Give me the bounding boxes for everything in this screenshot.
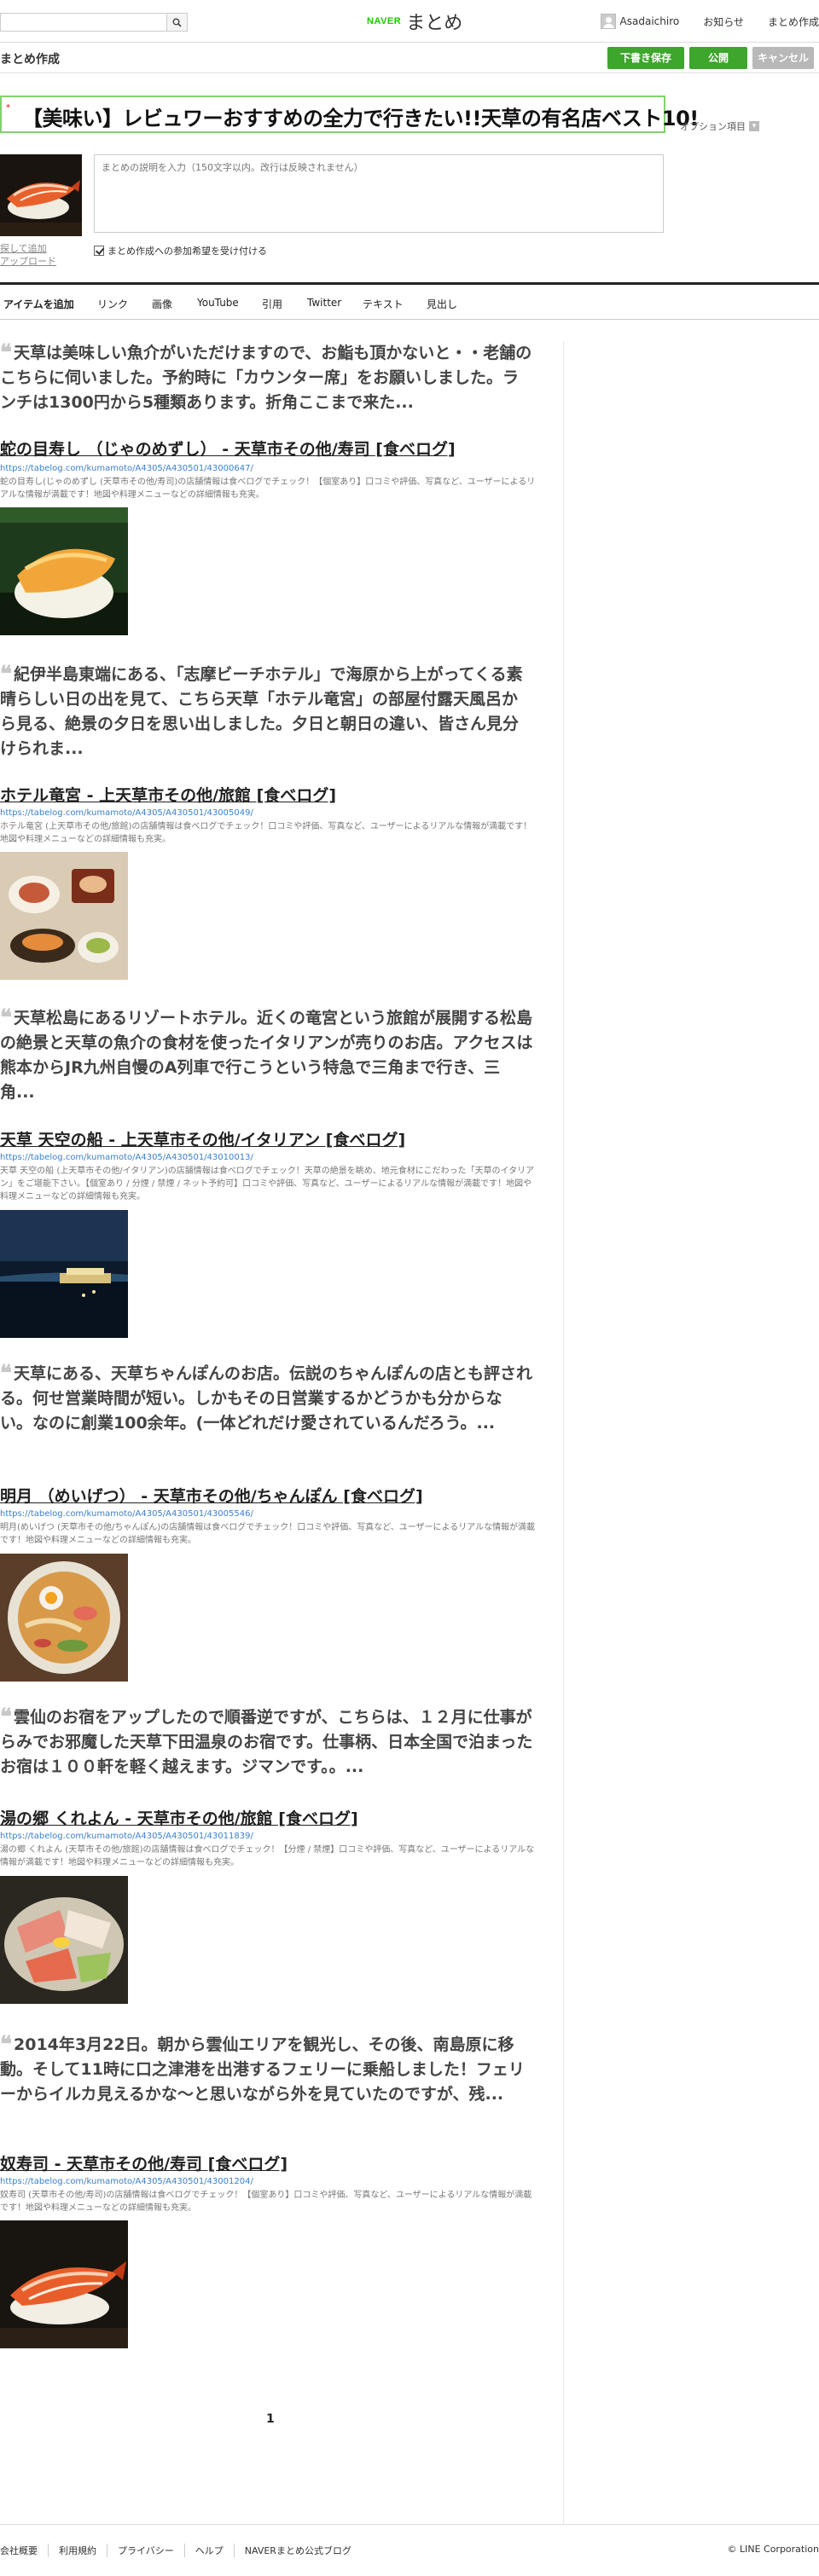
link-thumbnail[interactable]: [0, 2220, 128, 2348]
quote-item: ❝ 紀伊半島東端にある、「志摩ビーチホテル」で海原から上がってくる素晴らしい日の出…: [0, 663, 533, 761]
title-input-value: 【美味い】レビュワーおすすめの全力で行きたい!!天草の有名店ベスト10!: [22, 107, 699, 130]
link-description: 明月(めいげつ (天草市その他/ちゃんぽん)の店舗情報は食べログでチェック！口コ…: [0, 1523, 536, 1545]
sea-view-photo: [0, 1210, 128, 1338]
create-matome-link[interactable]: まとめ作成: [756, 14, 819, 29]
quote-mark-icon: ❝: [0, 2032, 12, 2058]
link-description: 奴寿司 (天草市その他/寿司)の店舗情報は食べログでチェック！【個室あり】口コミ…: [0, 2191, 532, 2213]
title-field[interactable]: * 【美味い】レビュワーおすすめの全力で行きたい!!天草の有名店ベスト10!: [0, 96, 699, 133]
quote-text: 天草松島にあるリゾートホテル。近くの竜宮という旅館が展開する松島の絶景と天草の魚…: [0, 1009, 533, 1102]
publish-button[interactable]: 公開: [689, 47, 747, 69]
footer-blog-link[interactable]: NAVERまとめ公式ブログ: [235, 2544, 362, 2557]
link-description: 蛇の目寿し(じゃのめずし (天草市その他/寿司)の店舗情報は食べログでチェック！…: [0, 478, 536, 500]
add-image-button[interactable]: 画像: [152, 297, 172, 311]
add-link-button[interactable]: リンク: [97, 297, 128, 311]
link-thumbnail[interactable]: [0, 1210, 128, 1338]
find-image-link[interactable]: 探して追加: [0, 241, 47, 255]
chevron-down-icon: ▾: [749, 121, 759, 131]
quote-mark-icon: ❝: [0, 1005, 12, 1031]
quote-item: ❝ 天草は美味しい魚介がいただけますので、お鮨も頂かないと・・老舗のこちらに伺いま…: [0, 341, 533, 415]
add-youtube-button[interactable]: YouTube: [197, 297, 239, 309]
add-heading-button[interactable]: 見出し: [427, 297, 457, 311]
page-number[interactable]: 1: [266, 2412, 275, 2426]
top-header: NAVER まとめ Asadaichiro お知らせ まとめ作成: [0, 0, 819, 43]
link-thumbnail[interactable]: [0, 507, 128, 635]
link-title[interactable]: 天草 天空の船 - 上天草市その他/イタリアン [食べログ]: [0, 1127, 405, 1150]
options-link[interactable]: オプション項目 ▾: [680, 119, 759, 133]
link-description: 天草 天空の船 (上天草市その他/イタリアン)の店舗情報は食べログでチェック！天…: [0, 1166, 535, 1201]
footer-privacy-link[interactable]: プライバシー: [107, 2544, 185, 2557]
user-avatar-icon[interactable]: [600, 14, 616, 29]
copyright: © LINE Corporation: [727, 2544, 819, 2555]
link-url[interactable]: https://tabelog.com/kumamoto/A4305/A4305…: [0, 808, 253, 818]
link-description: 湯の郷 くれよん (天草市その他/旅館)の店舗情報は食べログでチェック！【分煙 …: [0, 1845, 535, 1867]
quote-mark-icon: ❝: [0, 662, 12, 687]
naver-matome-logo[interactable]: NAVER まとめ: [367, 10, 463, 34]
link-title[interactable]: 明月 （めいげつ） - 天草市その他/ちゃんぽん [食べログ]: [0, 1484, 423, 1507]
quote-mark-icon: ❝: [0, 340, 12, 366]
quote-item: ❝ 天草にある、天草ちゃんぽんのお店。伝説のちゃんぽんの店とも評される。何せ営業時…: [0, 1362, 533, 1436]
create-bar: まとめ作成 下書き保存 公開 キャンセル: [0, 43, 819, 73]
user-menu: Asadaichiro お知らせ まとめ作成: [600, 12, 819, 31]
quote-item: ❝ 雲仙のお宿をアップしたので順番逆ですが、こちらは、１２月に仕事がらみでお邪魔し…: [0, 1705, 533, 1780]
link-url[interactable]: https://tabelog.com/kumamoto/A4305/A4305…: [0, 464, 253, 473]
search-button[interactable]: [166, 14, 187, 31]
cancel-button[interactable]: キャンセル: [752, 47, 814, 69]
link-description: ホテル竜宮 (上天草市その他/旅館)の店舗情報は食べログでチェック！口コミや評価…: [0, 822, 532, 844]
footer-help-link[interactable]: ヘルプ: [185, 2544, 235, 2557]
link-title[interactable]: 蛇の目寿し （じゃのめずし） - 天草市その他/寿司 [食べログ]: [0, 437, 456, 460]
save-draft-button[interactable]: 下書き保存: [607, 47, 684, 69]
link-title[interactable]: 湯の郷 くれよん - 天草市その他/旅館 [食べログ]: [0, 1806, 358, 1829]
add-quote-button[interactable]: 引用: [262, 297, 282, 311]
link-thumbnail[interactable]: [0, 1554, 128, 1682]
footer: 会社概要 利用規約 プライバシー ヘルプ NAVERまとめ公式ブログ © LIN…: [0, 2524, 819, 2576]
quote-text: 天草は美味しい魚介がいただけますので、お鮨も頂かないと・・老舗のこちらに伺いまし…: [0, 344, 532, 412]
link-title[interactable]: 奴寿司 - 天草市その他/寿司 [食べログ]: [0, 2151, 288, 2174]
required-mark: *: [6, 103, 10, 113]
quote-item: ❝ 天草松島にあるリゾートホテル。近くの竜宮という旅館が展開する松島の絶景と天草の…: [0, 1006, 533, 1105]
upload-image-link[interactable]: アップロード: [0, 254, 56, 268]
link-thumbnail[interactable]: [0, 852, 128, 980]
link-url[interactable]: https://tabelog.com/kumamoto/A4305/A4305…: [0, 1509, 253, 1519]
quote-text: 紀伊半島東端にある、「志摩ビーチホテル」で海原から上がってくる素晴らしい日の出を…: [0, 665, 523, 758]
shrimp-sushi-image: [0, 154, 82, 236]
collab-label: まとめ作成への参加希望を受け付ける: [107, 246, 267, 257]
link-url[interactable]: https://tabelog.com/kumamoto/A4305/A4305…: [0, 2177, 253, 2186]
collab-option[interactable]: まとめ作成への参加希望を受け付ける: [94, 244, 267, 258]
link-url[interactable]: https://tabelog.com/kumamoto/A4305/A4305…: [0, 1153, 253, 1162]
logo-matome-text: まとめ: [406, 13, 463, 34]
link-url[interactable]: https://tabelog.com/kumamoto/A4305/A4305…: [0, 1832, 253, 1841]
username-link[interactable]: Asadaichiro: [620, 15, 692, 27]
search-box: [0, 13, 188, 32]
sushi-photo: [0, 507, 128, 635]
add-twitter-button[interactable]: Twitter: [307, 297, 341, 309]
shrimp-sushi-photo: [0, 2220, 128, 2348]
search-icon: [172, 18, 182, 27]
collab-checkbox[interactable]: [94, 246, 104, 256]
notice-link[interactable]: お知らせ: [691, 14, 756, 29]
ryokan-meal-photo: [0, 852, 128, 980]
link-title[interactable]: ホテル竜宮 - 上天草市その他/旅館 [食べログ]: [0, 783, 336, 806]
champon-photo: [0, 1554, 128, 1682]
description-field[interactable]: [94, 154, 664, 233]
quote-text: 2014年3月22日。朝から雲仙エリアを観光し、その後、南島原に移動。そして11…: [0, 2035, 525, 2104]
sashimi-platter-photo: [0, 1876, 128, 2004]
options-label: オプション項目: [680, 121, 746, 132]
content-divider: [563, 341, 564, 2524]
footer-terms-link[interactable]: 利用規約: [49, 2544, 107, 2557]
add-text-button[interactable]: テキスト: [363, 297, 404, 311]
quote-text: 天草にある、天草ちゃんぽんのお店。伝説のちゃんぽんの店とも評される。何せ営業時間…: [0, 1364, 533, 1433]
logo-naver-text: NAVER: [367, 16, 402, 26]
quote-item: ❝ 2014年3月22日。朝から雲仙エリアを観光し、その後、南島原に移動。そして1…: [0, 2033, 533, 2107]
search-input[interactable]: [1, 14, 166, 31]
link-thumbnail[interactable]: [0, 1876, 128, 2004]
quote-mark-icon: ❝: [0, 1705, 12, 1730]
footer-company-link[interactable]: 会社概要: [0, 2544, 49, 2557]
cover-thumbnail[interactable]: [0, 154, 82, 236]
quote-mark-icon: ❝: [0, 1361, 12, 1386]
footer-links: 会社概要 利用規約 プライバシー ヘルプ NAVERまとめ公式ブログ: [0, 2544, 362, 2557]
add-item-label: アイテムを追加: [3, 298, 74, 310]
item-toolbar: アイテムを追加 リンク 画像 YouTube 引用 Twitter テキスト 見…: [0, 282, 819, 320]
quote-text: 雲仙のお宿をアップしたので順番逆ですが、こちらは、１２月に仕事がらみでお邪魔した…: [0, 1708, 533, 1776]
page-title: まとめ作成: [0, 53, 60, 67]
